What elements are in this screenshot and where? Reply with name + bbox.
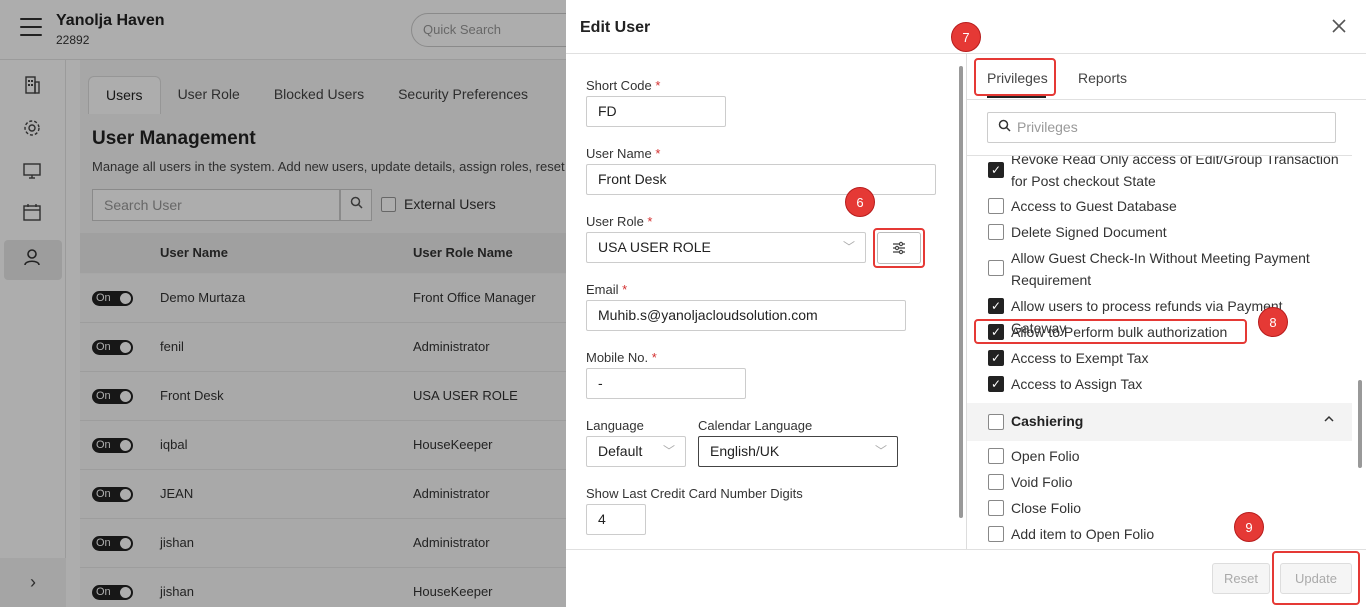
calendar-language-label: Calendar Language [698, 418, 813, 433]
user-role-select[interactable]: USA USER ROLE ﹀ [586, 232, 866, 263]
calendar-language-select[interactable]: English/UK ﹀ [698, 436, 898, 467]
privilege-checkbox[interactable] [988, 198, 1004, 214]
edit-user-drawer: Edit User Short Code * FD User Name * Fr… [566, 0, 1366, 607]
marker-7: 7 [951, 22, 981, 52]
cc-digits-label: Show Last Credit Card Number Digits [586, 486, 803, 501]
privilege-checkbox[interactable] [988, 500, 1004, 516]
privilege-label: Access to Guest Database [1011, 198, 1177, 214]
privileges-search-input[interactable]: Privileges [987, 112, 1336, 143]
form-scrollbar[interactable] [959, 66, 963, 518]
privilege-label: Close Folio [1011, 500, 1082, 516]
privilege-checkbox[interactable] [988, 224, 1004, 240]
user-role-value: USA USER ROLE [598, 239, 711, 255]
privilege-checkbox[interactable]: ✓ [988, 162, 1004, 178]
privilege-label: Access to Exempt Tax [1011, 350, 1149, 366]
privilege-checkbox[interactable]: ✓ [988, 298, 1004, 314]
marker-8: 8 [1258, 307, 1288, 337]
privilege-label: Open Folio [1011, 448, 1080, 464]
cashiering-section-header[interactable]: Cashiering [967, 403, 1352, 441]
privilege-label: Delete Signed Document [1011, 224, 1167, 240]
reset-button[interactable]: Reset [1212, 563, 1270, 594]
privilege-label: Revoke Read Only access of Edit/Group Tr… [1011, 156, 1339, 189]
privilege-label: Access to Assign Tax [1011, 376, 1143, 392]
tabs-divider [967, 99, 1366, 100]
user-name-field[interactable]: Front Desk [586, 164, 936, 195]
user-role-label: User Role * [586, 214, 653, 229]
language-select[interactable]: Default ﹀ [586, 436, 686, 467]
cashiering-title: Cashiering [1011, 413, 1084, 429]
privilege-checkbox[interactable]: ✓ [988, 376, 1004, 392]
privilege-checkbox[interactable]: ✓ [988, 350, 1004, 366]
marker-6: 6 [845, 187, 875, 217]
calendar-language-value: English/UK [710, 443, 780, 459]
chevron-down-icon: ﹀ [842, 240, 855, 254]
privilege-label: Void Folio [1011, 474, 1073, 490]
privileges-list: ✓ Revoke Read Only access of Edit/Group … [967, 156, 1352, 548]
search-icon [998, 119, 1011, 135]
footer-divider [566, 549, 1366, 550]
tab-active-underline [987, 96, 1046, 98]
short-code-label: Short Code * [586, 78, 661, 93]
mobile-label: Mobile No. * [586, 350, 657, 365]
annotation-box-update [1272, 551, 1360, 605]
email-label: Email * [586, 282, 628, 297]
privilege-checkbox[interactable] [988, 260, 1004, 276]
cc-digits-field[interactable]: 4 [586, 504, 646, 535]
language-label: Language [586, 418, 644, 433]
email-field[interactable]: Muhib.s@yanoljacloudsolution.com [586, 300, 906, 331]
privilege-checkbox[interactable] [988, 474, 1004, 490]
tab-reports[interactable]: Reports [1078, 70, 1127, 86]
marker-9: 9 [1234, 512, 1264, 542]
modal-overlay[interactable] [0, 0, 566, 607]
mobile-field[interactable]: - [586, 368, 746, 399]
short-code-field[interactable]: FD [586, 96, 726, 127]
chevron-up-icon[interactable] [1323, 412, 1335, 428]
chevron-down-icon: ﹀ [662, 444, 675, 458]
annotation-box-bulk-authorization [974, 319, 1247, 344]
user-name-label: User Name * [586, 146, 661, 161]
privilege-checkbox[interactable] [988, 448, 1004, 464]
language-value: Default [598, 443, 643, 459]
drawer-title: Edit User [580, 19, 651, 36]
privilege-label: Allow Guest Check-In Without Meeting Pay… [1011, 250, 1310, 288]
privileges-scrollbar[interactable] [1358, 380, 1362, 468]
privilege-checkbox[interactable] [988, 526, 1004, 542]
cashiering-checkbox[interactable] [988, 414, 1004, 430]
privilege-label: Add item to Open Folio [1011, 526, 1155, 542]
close-icon[interactable] [1331, 14, 1347, 40]
chevron-down-icon: ﹀ [874, 444, 887, 458]
annotation-box-settings [873, 228, 925, 268]
annotation-box-privileges [974, 58, 1056, 96]
